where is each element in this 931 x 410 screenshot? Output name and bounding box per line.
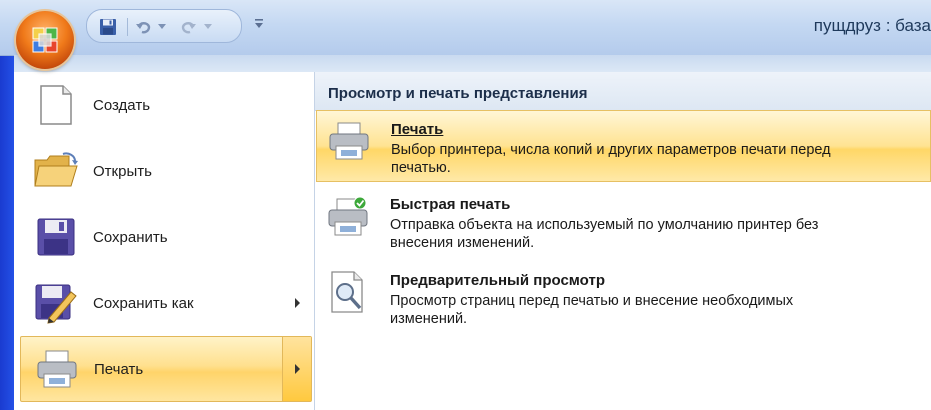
menu-item-label: Печать: [94, 360, 144, 378]
option-title: Печать: [391, 121, 444, 138]
option-quick-print[interactable]: Быстрая печать Отправка объекта на испол…: [316, 186, 931, 258]
window-frame: [0, 0, 14, 410]
submenu-arrow-icon: [295, 298, 300, 308]
menu-item-new[interactable]: Создать: [14, 72, 314, 138]
menu-item-label: Сохранить как: [93, 294, 194, 312]
office-menu: Создать Открыть Сохранить Сохранить как: [14, 72, 931, 410]
print-submenu: Просмотр и печать представления Печать В…: [315, 72, 931, 410]
option-title: Быстрая печать: [390, 196, 511, 213]
option-description: Отправка объекта на используемый по умол…: [390, 217, 819, 251]
menu-item-save[interactable]: Сохранить: [14, 204, 314, 270]
floppy-save-icon: [32, 213, 80, 261]
open-folder-icon: [32, 147, 80, 195]
menu-item-print[interactable]: Печать: [20, 336, 312, 402]
printer-icon: [327, 119, 371, 163]
quick-access-toolbar: [86, 9, 242, 43]
option-print[interactable]: Печать Выбор принтера, числа копий и дру…: [316, 110, 931, 182]
menu-item-save-as[interactable]: Сохранить как: [14, 270, 314, 336]
menu-item-label: Создать: [93, 96, 151, 114]
title-bar: пущдруз : база: [0, 0, 931, 56]
office-button[interactable]: [16, 11, 74, 69]
menu-item-open[interactable]: Открыть: [14, 138, 314, 204]
menu-top-strip: [14, 55, 931, 73]
customize-quick-access-icon[interactable]: [252, 14, 266, 34]
quick-print-icon: [326, 194, 370, 238]
printer-icon: [33, 345, 81, 393]
undo-icon[interactable]: [133, 16, 155, 38]
office-menu-commands: Создать Открыть Сохранить Сохранить как: [14, 72, 315, 410]
save-as-icon: [32, 279, 80, 327]
option-description: Просмотр страниц перед печатью и внесени…: [390, 293, 794, 327]
menu-item-label: Открыть: [93, 162, 152, 180]
redo-icon[interactable]: [177, 16, 199, 38]
new-document-icon: [32, 81, 80, 129]
office-logo-icon: [32, 27, 58, 53]
undo-dropdown-icon[interactable]: [157, 16, 167, 38]
menu-item-label: Сохранить: [93, 228, 168, 246]
option-description: Выбор принтера, числа копий и других пар…: [391, 142, 831, 176]
submenu-header: Просмотр и печать представления: [315, 72, 931, 111]
submenu-header-text: Просмотр и печать представления: [328, 85, 588, 102]
option-title: Предварительный просмотр: [390, 272, 605, 289]
qat-separator: [127, 18, 128, 36]
window-title: пущдруз : база: [813, 16, 931, 35]
print-preview-icon: [326, 270, 370, 314]
save-icon[interactable]: [97, 16, 119, 38]
submenu-arrow-icon: [294, 364, 300, 374]
redo-dropdown-icon[interactable]: [203, 16, 213, 38]
option-print-preview[interactable]: Предварительный просмотр Просмотр страни…: [316, 262, 931, 334]
submenu-arrow-button[interactable]: [282, 337, 311, 401]
